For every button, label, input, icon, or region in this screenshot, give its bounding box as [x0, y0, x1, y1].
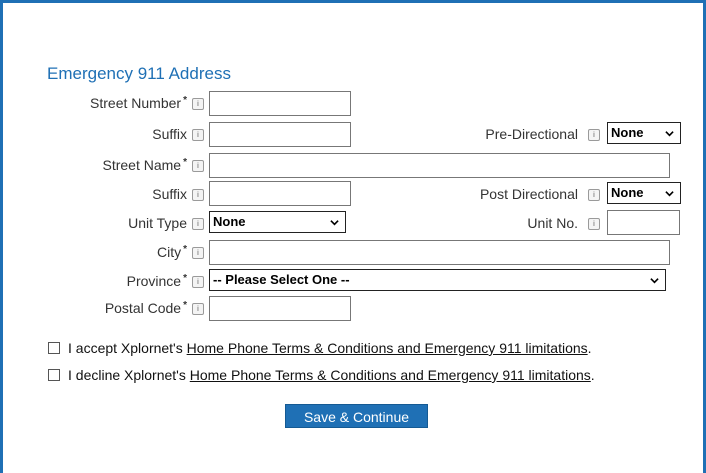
- pre-directional-label: Pre-Directional: [485, 126, 578, 142]
- unit-type-label: Unit Type: [128, 215, 187, 231]
- postal-code-label: Postal Code *: [104, 300, 187, 316]
- province-select[interactable]: -- Please Select One --: [209, 269, 666, 291]
- chevron-down-icon: [330, 220, 339, 226]
- street-name-label: Street Name *: [102, 157, 188, 173]
- required-marker: *: [183, 157, 187, 168]
- info-icon[interactable]: i: [192, 247, 204, 259]
- chevron-down-icon: [665, 191, 674, 197]
- city-input[interactable]: [209, 240, 670, 265]
- save-continue-button[interactable]: Save & Continue: [285, 404, 428, 428]
- suffix-label: Suffix: [152, 186, 187, 202]
- unit-no-input[interactable]: [607, 210, 680, 235]
- form-title: Emergency 911 Address: [47, 64, 231, 83]
- chevron-down-icon: [650, 278, 659, 284]
- terms-link[interactable]: Home Phone Terms & Conditions and Emerge…: [190, 367, 591, 383]
- info-icon[interactable]: i: [588, 129, 600, 141]
- suffix-input[interactable]: [209, 122, 351, 147]
- suffix-label: Suffix: [152, 126, 187, 142]
- postal-code-input[interactable]: [209, 296, 351, 321]
- required-marker: *: [183, 300, 187, 311]
- decline-terms-text: I decline Xplornet's Home Phone Terms & …: [68, 367, 595, 383]
- accept-terms-text: I accept Xplornet's Home Phone Terms & C…: [68, 340, 592, 356]
- street-name-input[interactable]: [209, 153, 670, 178]
- unit-no-label: Unit No.: [527, 215, 578, 231]
- decline-terms-checkbox[interactable]: [48, 369, 60, 381]
- info-icon[interactable]: i: [192, 129, 204, 141]
- post-directional-select[interactable]: None: [607, 182, 681, 204]
- province-label: Province *: [126, 273, 187, 289]
- post-directional-label: Post Directional: [479, 186, 578, 202]
- required-marker: *: [183, 95, 187, 106]
- info-icon[interactable]: i: [192, 303, 204, 315]
- street-number-label: Street Number *: [90, 95, 187, 111]
- unit-type-select[interactable]: None: [209, 211, 346, 233]
- city-label: City *: [156, 244, 187, 260]
- required-marker: *: [183, 244, 187, 255]
- pre-directional-select[interactable]: None: [607, 122, 681, 144]
- required-marker: *: [183, 273, 187, 284]
- suffix-input[interactable]: [209, 181, 351, 206]
- chevron-down-icon: [665, 131, 674, 137]
- terms-link[interactable]: Home Phone Terms & Conditions and Emerge…: [187, 340, 588, 356]
- info-icon[interactable]: i: [192, 160, 204, 172]
- info-icon[interactable]: i: [588, 189, 600, 201]
- info-icon[interactable]: i: [192, 276, 204, 288]
- info-icon[interactable]: i: [588, 218, 600, 230]
- accept-terms-checkbox[interactable]: [48, 342, 60, 354]
- street-number-input[interactable]: [209, 91, 351, 116]
- info-icon[interactable]: i: [192, 98, 204, 110]
- info-icon[interactable]: i: [192, 189, 204, 201]
- info-icon[interactable]: i: [192, 218, 204, 230]
